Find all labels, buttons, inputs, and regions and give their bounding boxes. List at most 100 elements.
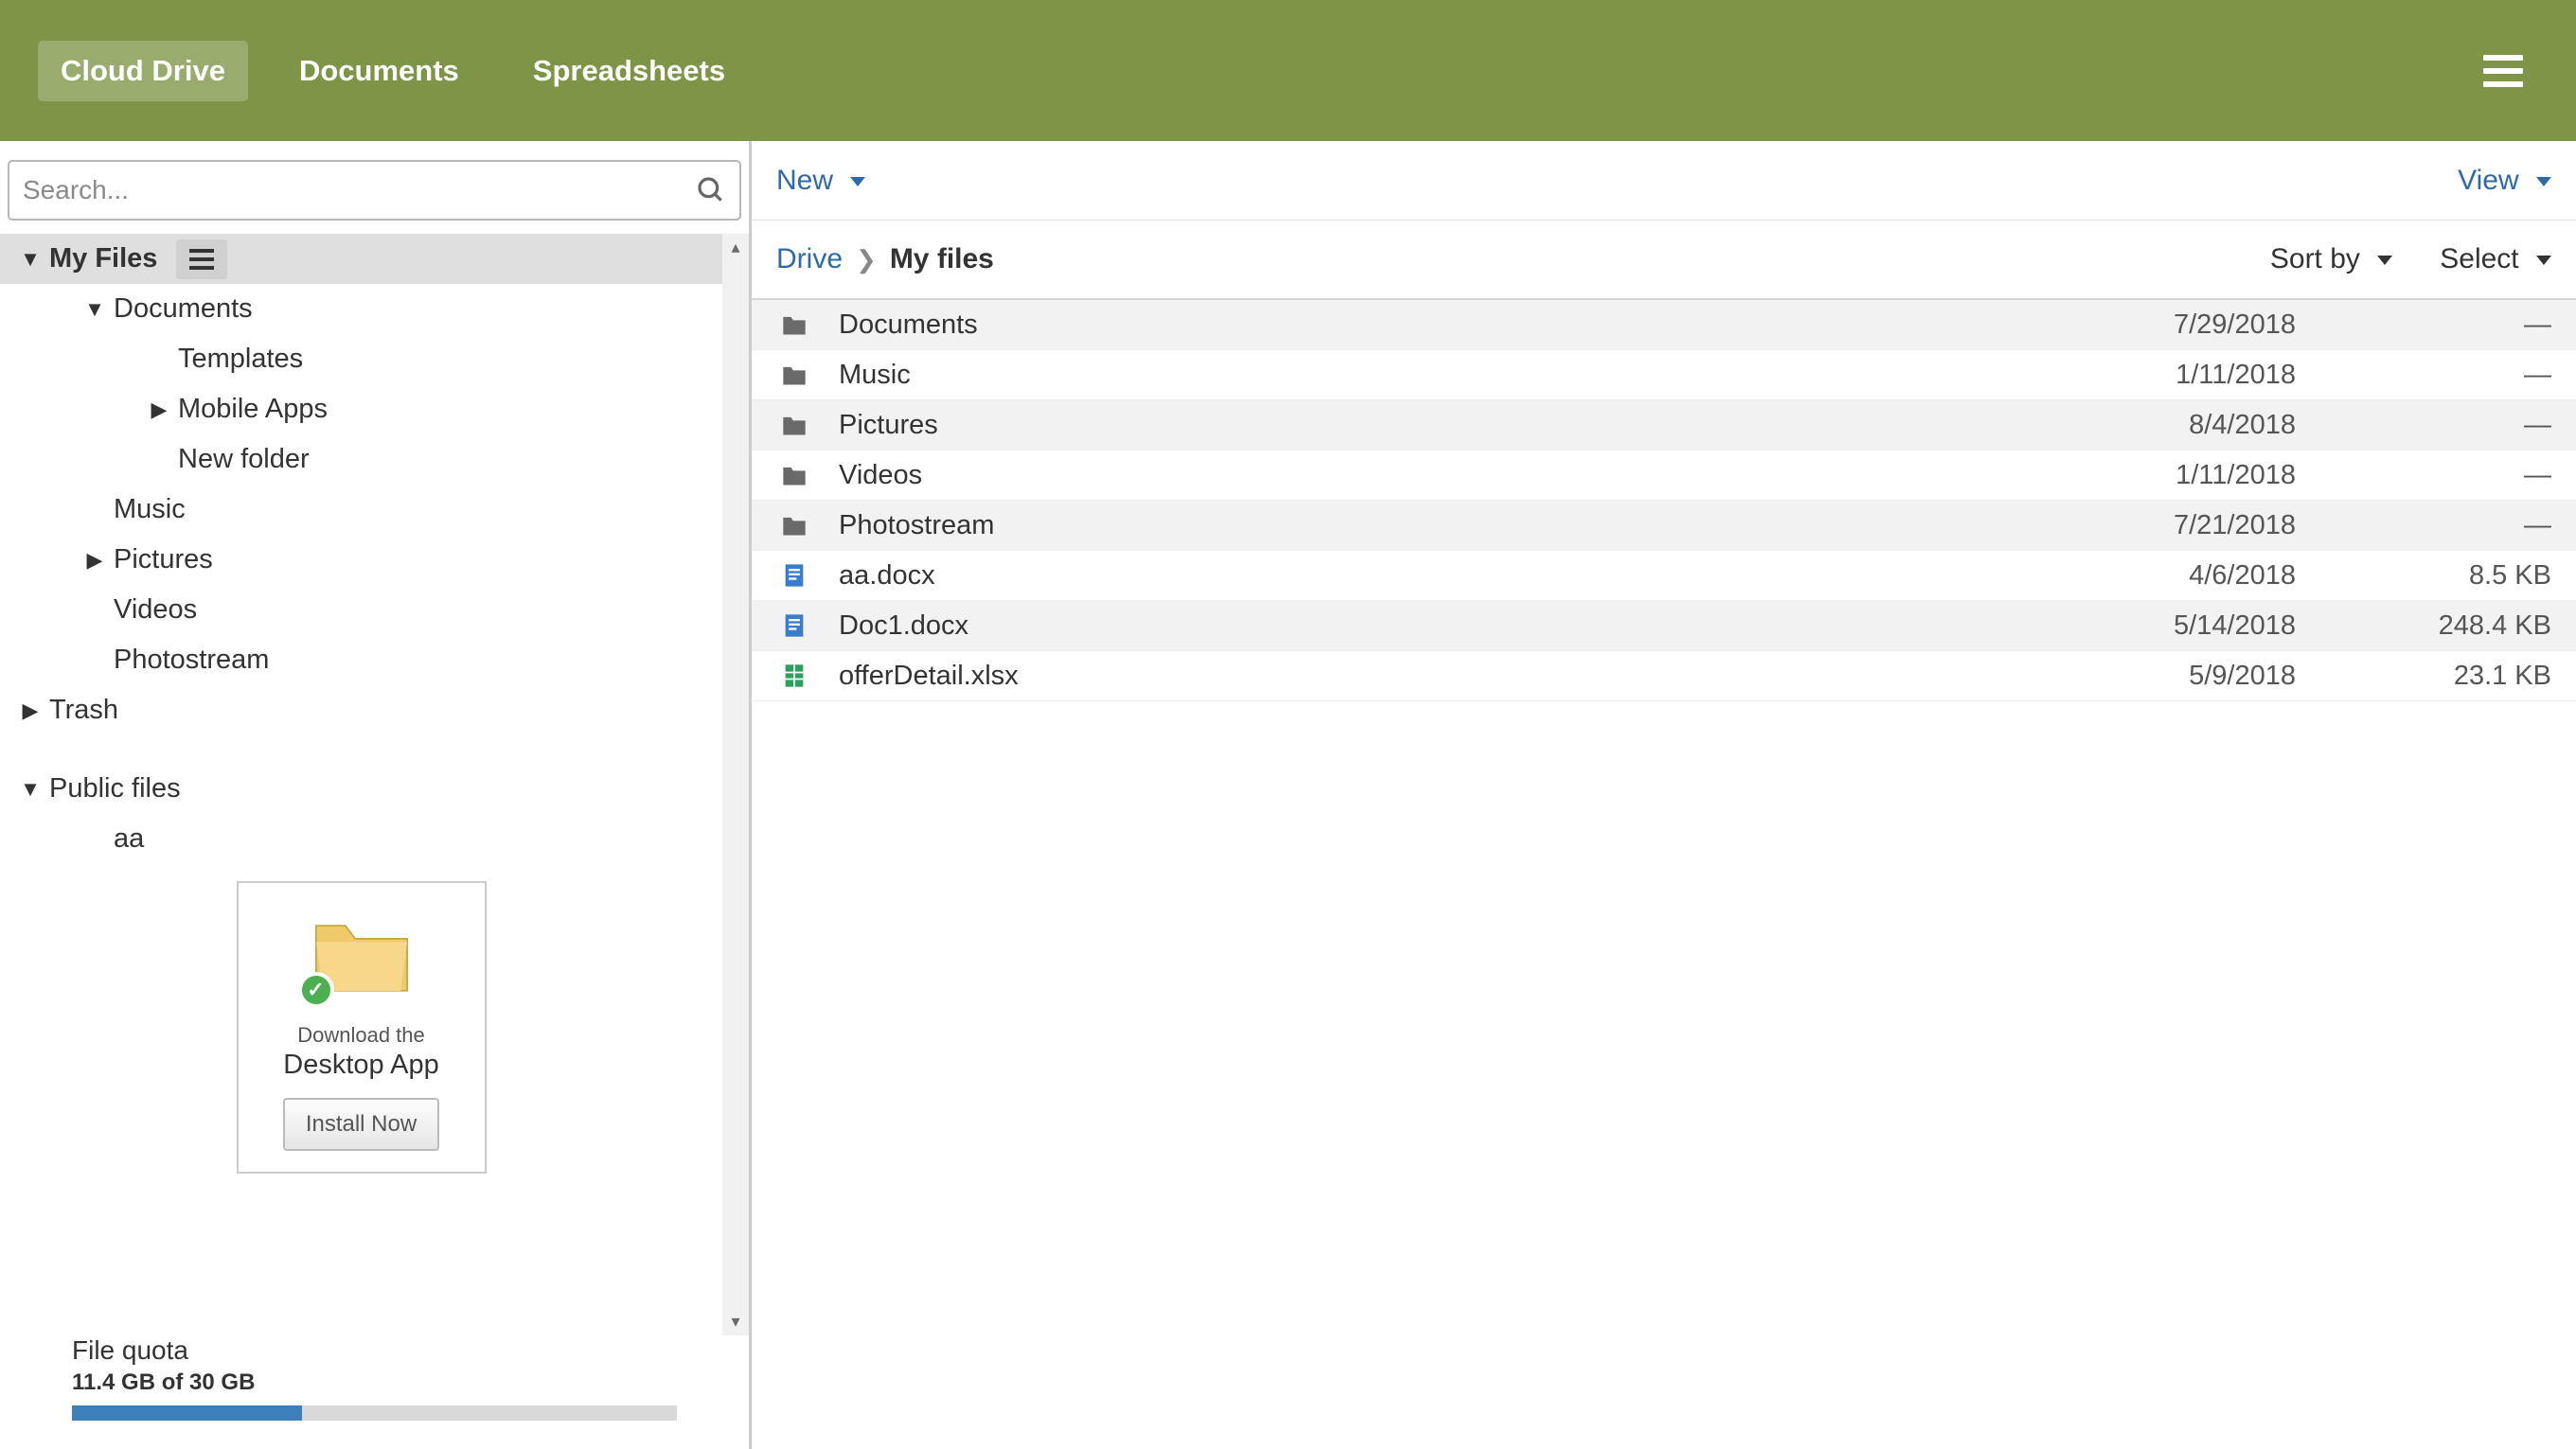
file-row[interactable]: Pictures8/4/2018—	[752, 400, 2576, 451]
tree-label: Templates	[178, 344, 303, 375]
tree-label: Trash	[49, 695, 118, 726]
expand-icon[interactable]: ▶	[140, 398, 178, 422]
file-name: Videos	[839, 460, 2012, 491]
folder-sync-icon: ✓	[310, 908, 414, 1002]
folder-icon	[776, 412, 812, 438]
file-size: 23.1 KB	[2296, 661, 2551, 692]
expand-icon[interactable]: ▶	[76, 548, 114, 573]
select-label: Select	[2440, 243, 2518, 274]
file-size: —	[2296, 460, 2551, 491]
tree-new-folder[interactable]: New folder	[0, 434, 722, 485]
doc-icon	[776, 562, 812, 589]
topbar-tab-spreadsheets[interactable]: Spreadsheets	[510, 41, 748, 101]
caret-down-icon	[2377, 256, 2392, 265]
scroll-down-icon[interactable]: ▾	[731, 1312, 739, 1332]
folder-icon	[776, 462, 812, 488]
file-date: 5/9/2018	[2012, 661, 2296, 692]
file-name: Pictures	[839, 410, 2012, 441]
file-date: 5/14/2018	[2012, 610, 2296, 642]
file-name: aa.docx	[839, 560, 2012, 592]
doc-icon	[776, 612, 812, 639]
file-list: Documents7/29/2018—Music1/11/2018—Pictur…	[752, 300, 2576, 701]
collapse-icon[interactable]: ▼	[11, 247, 49, 272]
file-size: —	[2296, 510, 2551, 541]
tree-trash[interactable]: ▶ Trash	[0, 685, 722, 735]
tree-pictures[interactable]: ▶ Pictures	[0, 535, 722, 585]
tree-my-files[interactable]: ▼ My Files	[0, 234, 722, 284]
file-size: —	[2296, 410, 2551, 441]
tree-public-files[interactable]: ▼ Public files	[0, 764, 722, 814]
tree-documents[interactable]: ▼ Documents	[0, 284, 722, 334]
topbar-tab-documents[interactable]: Documents	[276, 41, 482, 101]
download-subtitle: Download the	[252, 1023, 471, 1048]
file-name: offerDetail.xlsx	[839, 661, 2012, 692]
breadcrumb-root[interactable]: Drive	[776, 243, 843, 275]
file-date: 7/21/2018	[2012, 510, 2296, 541]
scroll-up-icon[interactable]: ▴	[731, 238, 739, 257]
view-label: View	[2458, 165, 2518, 196]
folder-icon	[776, 311, 812, 338]
tree-label: Photostream	[114, 645, 269, 676]
tree-videos[interactable]: Videos	[0, 585, 722, 635]
search-input[interactable]	[23, 175, 696, 205]
install-button[interactable]: Install Now	[283, 1098, 439, 1151]
file-date: 1/11/2018	[2012, 460, 2296, 491]
file-size: 8.5 KB	[2296, 560, 2551, 592]
caret-down-icon	[850, 177, 865, 186]
tree-label: aa	[114, 823, 144, 855]
menu-icon[interactable]	[2478, 49, 2529, 93]
select-button[interactable]: Select	[2440, 243, 2551, 275]
file-quota: File quota 11.4 GB of 30 GB	[0, 1335, 749, 1449]
tree-label: Videos	[114, 594, 197, 626]
file-row[interactable]: offerDetail.xlsx5/9/201823.1 KB	[752, 651, 2576, 701]
tree-label: Public files	[49, 773, 181, 804]
tree-photostream[interactable]: Photostream	[0, 635, 722, 685]
view-button[interactable]: View	[2458, 165, 2551, 197]
quota-text: 11.4 GB of 30 GB	[72, 1369, 677, 1396]
search-icon[interactable]	[696, 175, 726, 205]
file-row[interactable]: Videos1/11/2018—	[752, 451, 2576, 501]
caret-down-icon	[2536, 177, 2551, 186]
file-row[interactable]: Photostream7/21/2018—	[752, 501, 2576, 551]
tree-aa[interactable]: aa	[0, 814, 722, 864]
content-toolbar: New View	[752, 141, 2576, 221]
tree-label: Documents	[114, 293, 253, 325]
download-card: ✓ Download the Desktop App Install Now	[237, 881, 487, 1174]
tree-label: Pictures	[114, 544, 213, 575]
quota-bar	[72, 1405, 677, 1421]
tree-label: New folder	[178, 444, 310, 475]
tree-music[interactable]: Music	[0, 485, 722, 535]
caret-down-icon	[2536, 256, 2551, 265]
collapse-icon[interactable]: ▼	[11, 777, 49, 802]
file-size: —	[2296, 360, 2551, 391]
tree-templates[interactable]: Templates	[0, 334, 722, 384]
file-row[interactable]: Documents7/29/2018—	[752, 300, 2576, 350]
file-name: Doc1.docx	[839, 610, 2012, 642]
quota-label: File quota	[72, 1335, 677, 1366]
search-box	[8, 160, 741, 221]
sort-by-label: Sort by	[2270, 243, 2360, 274]
collapse-icon[interactable]: ▼	[76, 297, 114, 322]
file-date: 7/29/2018	[2012, 309, 2296, 341]
tree-mobile-apps[interactable]: ▶ Mobile Apps	[0, 384, 722, 434]
sidebar: ▼ My Files ▼ Documents Templates	[0, 141, 752, 1449]
top-navbar: Cloud Drive Documents Spreadsheets	[0, 0, 2576, 141]
file-row[interactable]: Doc1.docx5/14/2018248.4 KB	[752, 601, 2576, 651]
breadcrumb-bar: Drive ❯ My files Sort by Select	[752, 221, 2576, 300]
tree-label: My Files	[49, 243, 157, 274]
sidebar-scrollbar[interactable]: ▴ ▾	[722, 234, 749, 1335]
folder-tree: ▼ My Files ▼ Documents Templates	[0, 234, 722, 1335]
sort-by-button[interactable]: Sort by	[2270, 243, 2392, 275]
file-row[interactable]: aa.docx4/6/20188.5 KB	[752, 551, 2576, 601]
folder-icon	[776, 362, 812, 388]
chevron-right-icon: ❯	[856, 245, 877, 274]
tree-label: Mobile Apps	[178, 394, 328, 425]
file-size: —	[2296, 309, 2551, 341]
file-row[interactable]: Music1/11/2018—	[752, 350, 2576, 400]
tree-label: Music	[114, 494, 186, 525]
tree-menu-icon[interactable]	[176, 239, 227, 279]
expand-icon[interactable]: ▶	[11, 698, 49, 723]
topbar-tab-cloud-drive[interactable]: Cloud Drive	[38, 41, 248, 101]
new-button[interactable]: New	[776, 165, 865, 197]
new-label: New	[776, 165, 833, 196]
